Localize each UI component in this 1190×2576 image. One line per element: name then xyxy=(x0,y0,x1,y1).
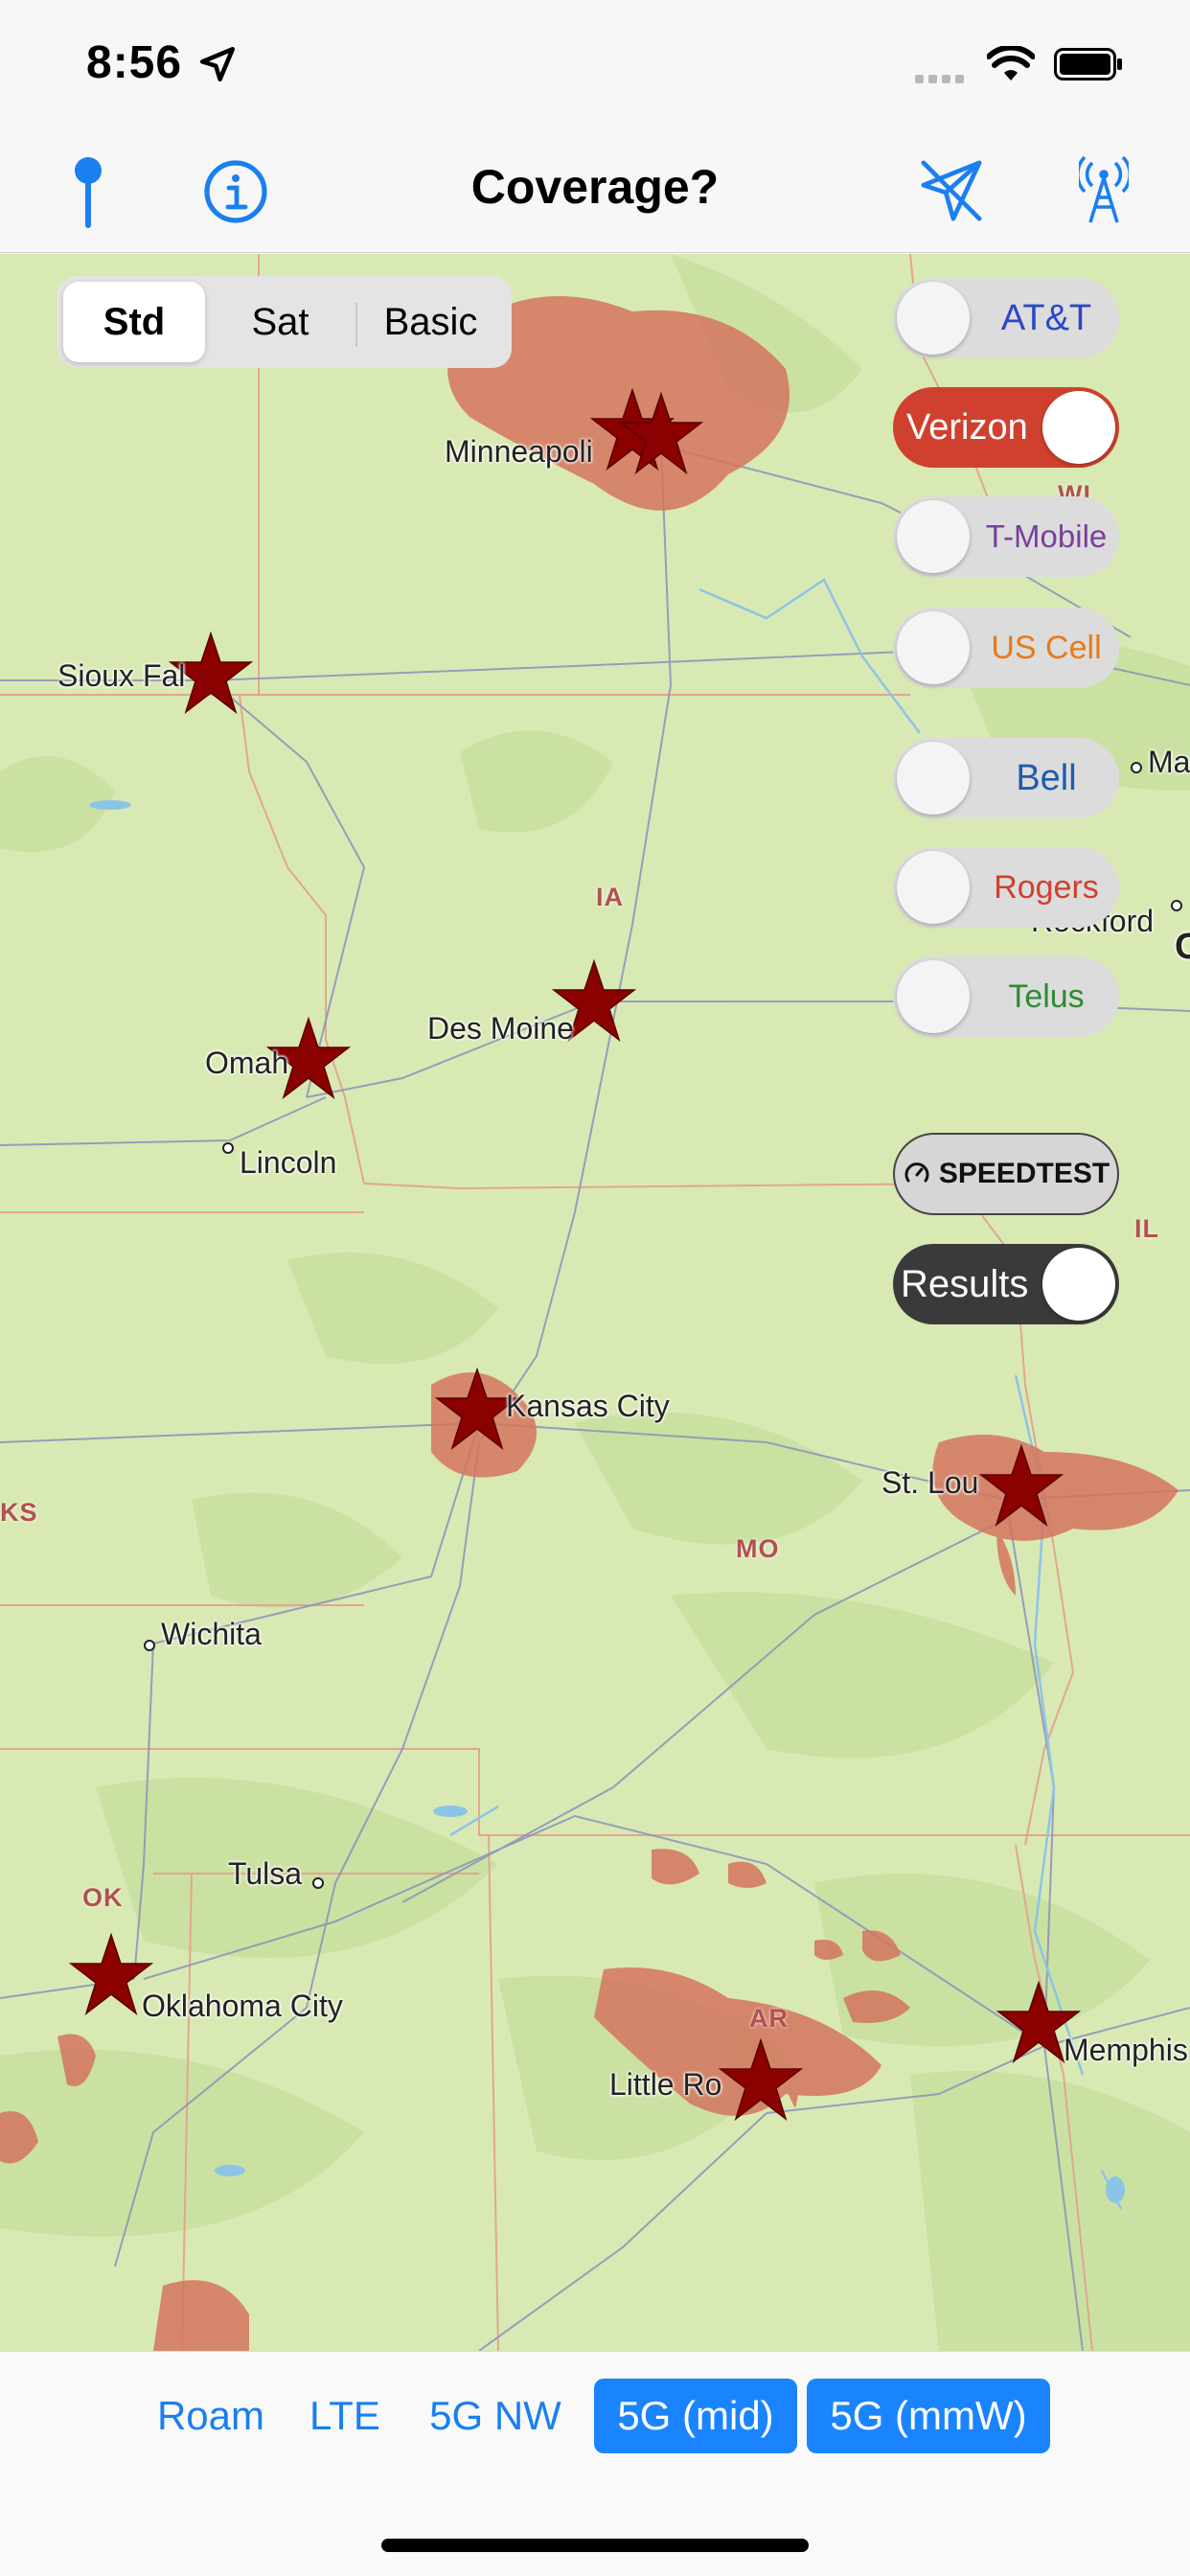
cellular-signal-icon xyxy=(915,71,969,88)
city-label-omaha: Omah xyxy=(205,1046,289,1080)
toggle-knob xyxy=(897,851,970,924)
carrier-toggle-bell[interactable]: Bell xyxy=(893,738,1119,818)
toggle-knob xyxy=(897,611,970,684)
location-arrow-icon xyxy=(199,46,236,82)
city-label-partial: C xyxy=(1175,927,1190,967)
state-label-il: IL xyxy=(1134,1214,1159,1243)
carrier-label-tmobile: T-Mobile xyxy=(985,518,1108,554)
network-button-roam[interactable]: Roam xyxy=(144,2379,278,2453)
carrier-toggle-rogers[interactable]: Rogers xyxy=(893,847,1119,928)
carrier-label-telus: Telus xyxy=(1008,978,1085,1015)
network-button-5g-nw[interactable]: 5G NW xyxy=(418,2379,573,2453)
state-label-ia: IA xyxy=(596,883,624,911)
carrier-label-uscell: US Cell xyxy=(991,630,1102,666)
state-label-ks: KS xyxy=(0,1498,38,1527)
wifi-icon xyxy=(987,46,1035,80)
carrier-toggle-telus[interactable]: Telus xyxy=(893,956,1119,1037)
city-label-lincoln: Lincoln xyxy=(240,1145,337,1180)
speedtest-button[interactable]: SPEEDTEST xyxy=(893,1133,1119,1215)
battery-icon xyxy=(1054,48,1122,80)
segment-sat[interactable]: Sat xyxy=(205,282,355,362)
app-screen: 8:56 Coverage? Minneapoli Sioux Fal Des … xyxy=(0,0,1190,2576)
results-toggle[interactable]: Results xyxy=(893,1244,1119,1324)
state-label-mo: MO xyxy=(736,1534,780,1563)
carrier-label-verizon: Verizon xyxy=(906,407,1028,448)
carrier-label-att: AT&T xyxy=(1000,298,1092,338)
segment-basic[interactable]: Basic xyxy=(355,282,506,362)
toggle-knob xyxy=(897,742,970,815)
airplane-icon[interactable] xyxy=(918,157,985,224)
status-bar: 8:56 xyxy=(0,0,1190,125)
city-label-st-louis: St. Lou xyxy=(881,1465,979,1500)
toggle-knob xyxy=(1042,391,1115,464)
city-label-tulsa: Tulsa xyxy=(228,1856,303,1891)
network-button-lte[interactable]: LTE xyxy=(297,2379,393,2453)
city-label-memphis: Memphis xyxy=(1064,2033,1188,2067)
city-label-oklahoma-city: Oklahoma City xyxy=(142,1989,343,2023)
city-label-ma: Ma xyxy=(1148,745,1190,779)
state-label-ok: OK xyxy=(82,1883,124,1912)
toggle-knob xyxy=(1042,1248,1115,1321)
results-label: Results xyxy=(901,1263,1029,1305)
home-indicator[interactable] xyxy=(381,2539,809,2552)
city-label-wichita: Wichita xyxy=(161,1617,262,1651)
carrier-label-rogers: Rogers xyxy=(994,869,1099,906)
carrier-toggle-att[interactable]: AT&T xyxy=(893,278,1119,358)
city-label-des-moines: Des Moine xyxy=(427,1011,574,1046)
status-time: 8:56 xyxy=(86,37,183,88)
city-label-sioux-falls: Sioux Fal xyxy=(57,658,186,693)
toggle-knob xyxy=(897,282,970,355)
carrier-toggle-tmobile[interactable]: T-Mobile xyxy=(893,496,1119,577)
network-button-5g-mid[interactable]: 5G (mid) xyxy=(594,2379,797,2453)
network-button-5g-mmw[interactable]: 5G (mmW) xyxy=(807,2379,1050,2453)
city-label-minneapolis: Minneapoli xyxy=(445,434,593,469)
city-label-little-rock: Little Ro xyxy=(609,2067,722,2102)
speedometer-icon xyxy=(904,1162,929,1183)
navigation-bar: Coverage? xyxy=(0,125,1190,253)
carrier-toggle-verizon[interactable]: Verizon xyxy=(893,387,1119,468)
toggle-knob xyxy=(897,960,970,1033)
cell-tower-icon[interactable] xyxy=(1079,153,1129,224)
page-title: Coverage? xyxy=(470,160,720,214)
segment-std[interactable]: Std xyxy=(63,282,205,362)
map-type-segmented-control: Std Sat Basic xyxy=(57,276,512,368)
speedtest-label: SPEEDTEST xyxy=(938,1158,1110,1189)
carrier-label-bell: Bell xyxy=(1016,758,1077,798)
network-type-bar: Roam LTE 5G NW 5G (mid) 5G (mmW) xyxy=(0,2351,1190,2576)
toggle-knob xyxy=(897,500,970,573)
city-label-kansas-city: Kansas City xyxy=(506,1389,670,1423)
state-label-ar: AR xyxy=(749,2004,789,2033)
carrier-toggle-uscell[interactable]: US Cell xyxy=(893,608,1119,688)
